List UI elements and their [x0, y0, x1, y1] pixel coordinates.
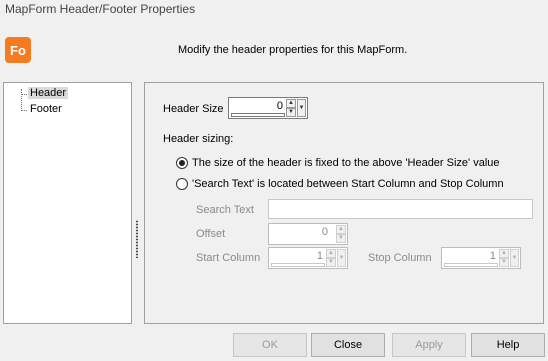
dropdown-arrow-icon[interactable]: ▼ — [297, 99, 306, 117]
stop-column-bar — [444, 263, 498, 267]
spin-down-icon[interactable]: ▼ — [286, 108, 296, 117]
search-text-label: Search Text — [196, 204, 254, 216]
tree-line-header — [21, 94, 27, 95]
header-size-value: 0 — [276, 100, 283, 112]
app-logo: Fo — [5, 37, 31, 63]
spin-up-icon[interactable]: ▲ — [286, 99, 296, 108]
splitter-grip[interactable] — [136, 220, 138, 258]
spin-up-icon[interactable]: ▲ — [499, 249, 509, 258]
search-text-input[interactable] — [268, 199, 533, 219]
logo-text: Fo — [10, 42, 26, 58]
tree-item-footer[interactable]: Footer — [28, 103, 64, 115]
start-column-spinner[interactable]: 1 ▲ ▼ ▼ — [268, 247, 348, 269]
tree-item-header[interactable]: Header — [28, 87, 69, 99]
spin-up-icon[interactable]: ▲ — [326, 249, 336, 258]
ok-button[interactable]: OK — [233, 333, 307, 357]
help-button[interactable]: Help — [471, 333, 545, 357]
tree-line-vertical — [21, 89, 22, 111]
apply-button[interactable]: Apply — [392, 333, 466, 357]
close-button[interactable]: Close — [311, 333, 385, 357]
offset-label: Offset — [196, 228, 226, 240]
start-column-label: Start Column — [196, 252, 261, 264]
header-properties-panel: Header Size 0 ▲ ▼ ▼ Header sizing: The s… — [144, 82, 544, 324]
header-size-spinner[interactable]: 0 ▲ ▼ ▼ — [228, 97, 308, 119]
window-title: MapForm Header/Footer Properties — [5, 2, 196, 16]
radio-search-text[interactable] — [176, 178, 188, 190]
start-column-arrows[interactable]: ▲ ▼ — [326, 249, 336, 267]
stop-column-value: 1 — [489, 250, 496, 262]
stop-column-arrows[interactable]: ▲ ▼ — [499, 249, 509, 267]
radio-search-text-label[interactable]: 'Search Text' is located between Start C… — [192, 178, 504, 190]
spin-up-icon[interactable]: ▲ — [336, 225, 346, 234]
header-size-bar — [231, 113, 285, 117]
start-column-bar — [271, 263, 325, 267]
offset-spinner[interactable]: 0 ▲ ▼ — [268, 223, 348, 245]
offset-value: 0 — [321, 226, 328, 238]
dialog-subtitle: Modify the header properties for this Ma… — [178, 44, 408, 56]
radio-fixed-size-label[interactable]: The size of the header is fixed to the a… — [192, 157, 500, 169]
spin-down-icon[interactable]: ▼ — [336, 234, 346, 243]
spin-down-icon[interactable]: ▼ — [499, 258, 509, 267]
section-tree: Header Footer — [3, 82, 132, 324]
stop-column-spinner[interactable]: 1 ▲ ▼ ▼ — [441, 247, 521, 269]
tree-line-footer — [21, 110, 27, 111]
offset-arrows[interactable]: ▲ ▼ — [336, 225, 346, 243]
header-sizing-label: Header sizing: — [163, 133, 234, 145]
radio-fixed-size[interactable] — [176, 157, 188, 169]
spin-down-icon[interactable]: ▼ — [326, 258, 336, 267]
dropdown-arrow-icon[interactable]: ▼ — [510, 249, 519, 267]
dropdown-arrow-icon[interactable]: ▼ — [337, 249, 346, 267]
header-size-label: Header Size — [163, 103, 224, 115]
stop-column-label: Stop Column — [368, 252, 432, 264]
start-column-value: 1 — [316, 250, 323, 262]
header-size-arrows[interactable]: ▲ ▼ — [286, 99, 296, 117]
